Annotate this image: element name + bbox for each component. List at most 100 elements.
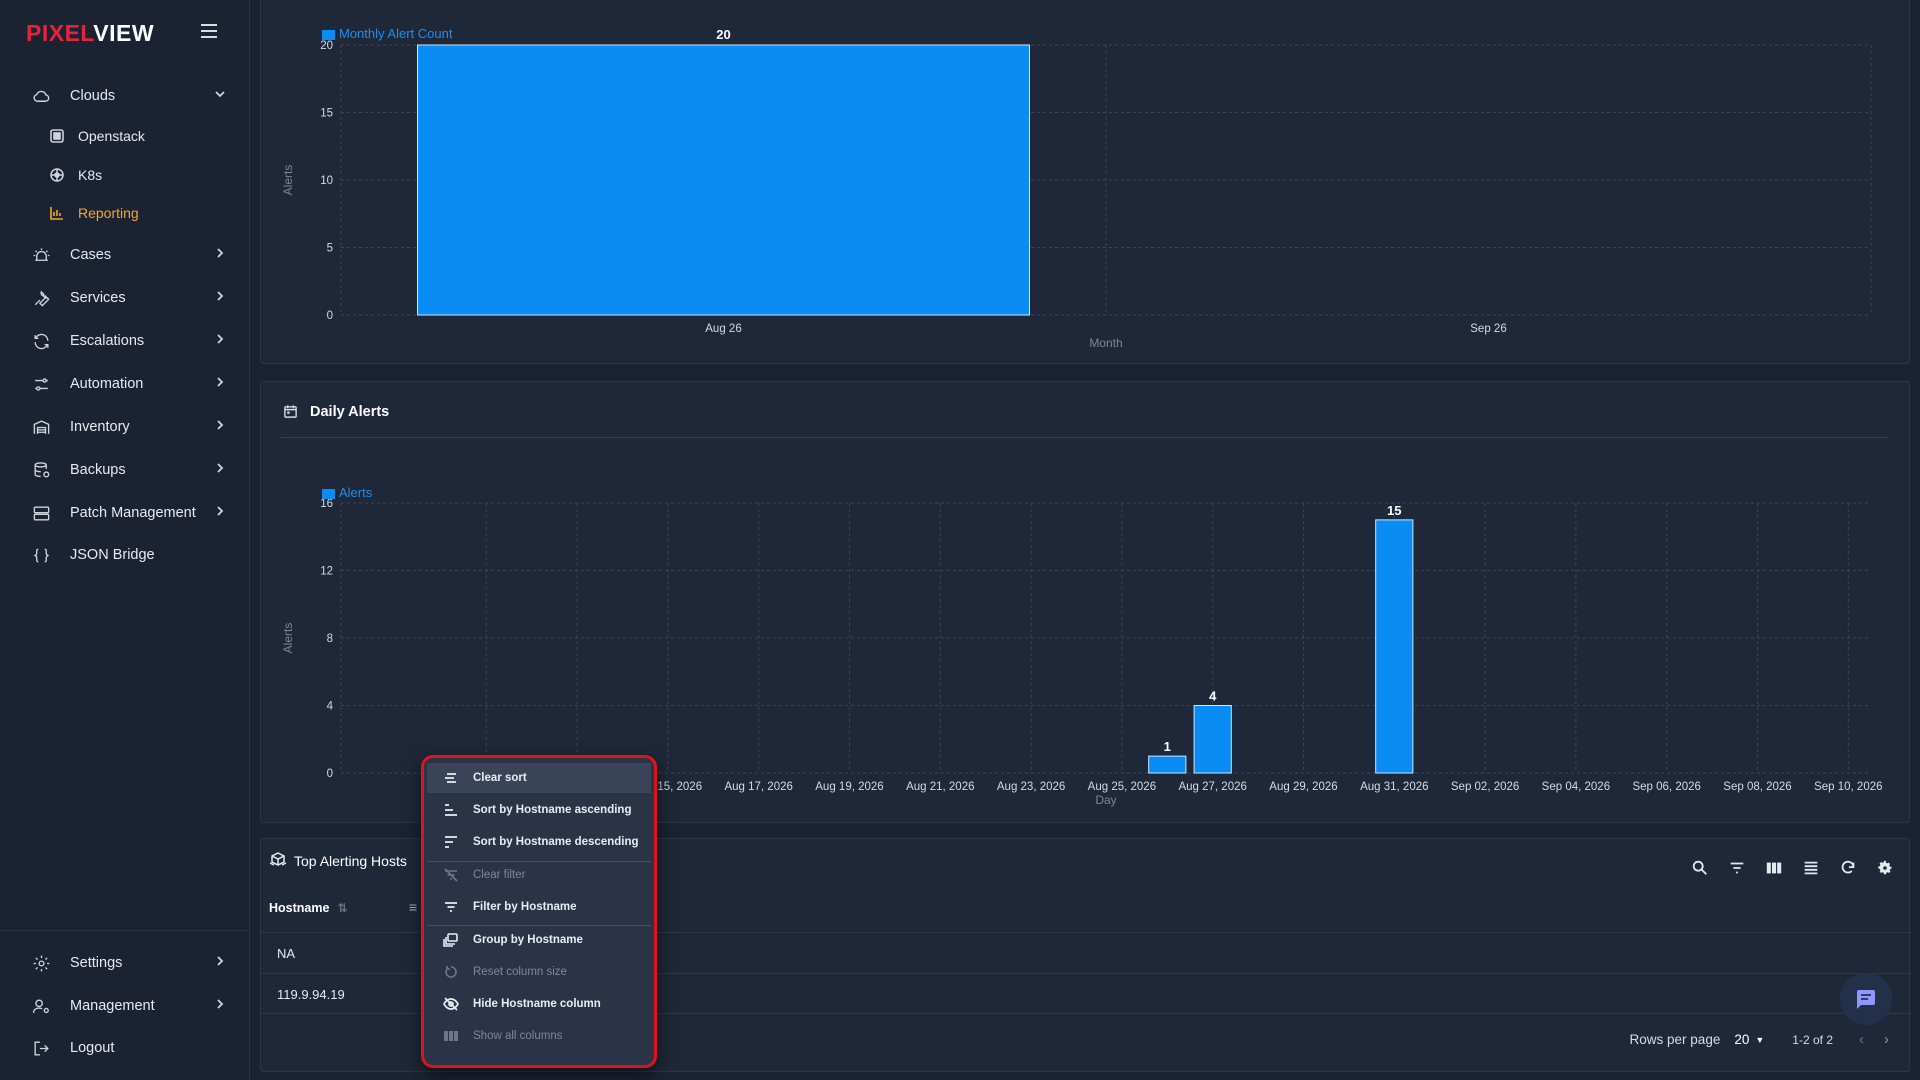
y-tick-label: 15 [320,108,333,120]
menu-item-label: Clear sort [473,772,527,784]
x-tick-label: Aug 19, 2026 [815,781,883,793]
x-tick-label: Sep 02, 2026 [1451,781,1519,793]
clear-sort-icon [441,768,461,788]
sidebar-item-label: Logout [70,1040,115,1056]
filter-off-icon [441,865,461,885]
column-header-hostname[interactable]: Hostname ⇅ [269,901,348,915]
chevron-right-icon [214,247,226,261]
bar [1148,755,1187,774]
sidebar-item-label: Automation [70,376,144,392]
sidebar-item-escalations[interactable]: Escalations [30,326,236,356]
bar-value-label: 15 [1387,503,1401,518]
menu-item-label: Reset column size [473,966,567,978]
density-icon[interactable] [1800,857,1822,879]
bar-chart-icon [48,204,66,222]
sidebar-item-logout[interactable]: Logout [30,1033,236,1063]
sidebar-item-reporting[interactable]: Reporting [48,199,139,227]
sidebar-item-label: Settings [70,955,123,971]
y-tick-label: 0 [327,310,333,322]
bar [417,44,1030,316]
y-tick-label: 12 [320,566,333,578]
gear-icon[interactable] [1874,857,1896,879]
app-logo[interactable]: PIXELVIEW [26,20,154,47]
sort-icon[interactable]: ⇅ [337,901,347,915]
legend-label: Monthly Alert Count [339,26,453,41]
sidebar-item-openstack[interactable]: Openstack [48,122,145,150]
sidebar-item-settings[interactable]: Settings [30,948,236,978]
sidebar-item-patch-management[interactable]: Patch Management [30,498,236,528]
x-tick-label: Aug 29, 2026 [1269,781,1337,793]
sidebar-item-automation[interactable]: Automation [30,369,236,399]
menu-item-label: Hide Hostname column [473,998,601,1010]
menu-item-hide-column[interactable]: Hide Hostname column [427,989,651,1019]
sidebar-item-label: Inventory [70,419,130,435]
menu-item-sort-ascending[interactable]: Sort by Hostname ascending [427,795,651,825]
menu-toggle-icon[interactable] [201,24,221,42]
sidebar-item-k8s[interactable]: K8s [48,161,102,189]
bar [1193,705,1232,774]
chevron-right-icon [214,505,226,519]
logo-part-1: PIXEL [26,20,94,46]
chat-bubble-icon[interactable] [1840,973,1892,1025]
pagination: Rows per page 20 ▼ 1-2 of 2 ‹ › [1630,1031,1889,1048]
menu-item-label: Sort by Hostname ascending [473,804,632,816]
column-menu-icon[interactable]: ≡ [409,899,417,915]
rows-per-page-select[interactable]: 20 [1734,1032,1749,1047]
sidebar-item-management[interactable]: Management [30,991,236,1021]
legend-swatch [322,30,335,40]
prev-page-icon[interactable]: ‹ [1859,1031,1864,1048]
sidebar-item-backups[interactable]: Backups [30,455,236,485]
openstack-icon [48,127,66,145]
sidebar-item-clouds[interactable]: Clouds [30,81,236,111]
columns-icon[interactable] [1763,857,1785,879]
user-gear-icon [30,995,52,1017]
sidebar-item-label: K8s [78,167,103,183]
menu-item-label: Filter by Hostname [473,901,577,913]
sidebar: PIXELVIEW Clouds Openstack K8s Reporting… [0,0,250,1080]
menu-item-sort-descending[interactable]: Sort by Hostname descending [427,827,651,857]
menu-item-label: Group by Hostname [473,934,583,946]
table-cell: NA [277,946,296,961]
refresh-icon[interactable] [1837,857,1859,879]
x-tick-label: Aug 21, 2026 [906,781,974,793]
logo-part-2: VIEW [93,20,155,46]
logout-icon [30,1037,52,1059]
sidebar-item-inventory[interactable]: Inventory [30,412,236,442]
search-icon[interactable] [1689,857,1711,879]
menu-item-filter-by-hostname[interactable]: Filter by Hostname [427,892,651,922]
sidebar-item-json-bridge[interactable]: JSON Bridge [30,540,236,570]
x-tick-label: Aug 25, 2026 [1088,781,1156,793]
menu-item-label: Sort by Hostname descending [473,836,639,848]
sidebar-item-cases[interactable]: Cases [30,240,236,270]
menu-item-group-by-hostname[interactable]: Group by Hostname [427,925,651,955]
warehouse-icon [30,416,52,438]
y-tick-label: 16 [320,498,333,510]
menu-item-label: Clear filter [473,869,526,881]
caret-down-icon[interactable]: ▼ [1755,1035,1764,1045]
sidebar-item-label: Services [70,290,126,306]
menu-item-clear-sort[interactable]: Clear sort [427,763,651,793]
filter-icon[interactable] [1726,857,1748,879]
next-page-icon[interactable]: › [1884,1031,1889,1048]
y-tick-label: 4 [327,701,334,713]
page-range: 1-2 of 2 [1792,1032,1833,1047]
group-icon [441,930,461,950]
database-icon [30,459,52,481]
monthly-alerts-panel: 0 5 10 15 20 20 Aug 26 Sep 26 Month Alerts Monthly… [260,0,1910,364]
braces-icon [30,544,52,566]
sidebar-item-services[interactable]: Services [30,283,236,313]
y-tick-label: 8 [327,633,333,645]
y-tick-label: 20 [320,40,333,52]
kubernetes-icon [48,166,66,184]
chevron-right-icon [214,419,226,433]
sidebar-item-label: Backups [70,462,126,478]
sidebar-item-label: Patch Management [70,505,196,521]
alarm-icon [30,244,52,266]
sort-ascending-icon [441,800,461,820]
legend-swatch [322,489,335,499]
menu-item-reset-column-size: Reset column size [427,957,651,987]
bar-value-label: 20 [716,27,730,42]
chevron-right-icon [214,376,226,390]
menu-item-show-all-columns: Show all columns [427,1021,651,1051]
x-tick-label: Sep 04, 2026 [1542,781,1610,793]
